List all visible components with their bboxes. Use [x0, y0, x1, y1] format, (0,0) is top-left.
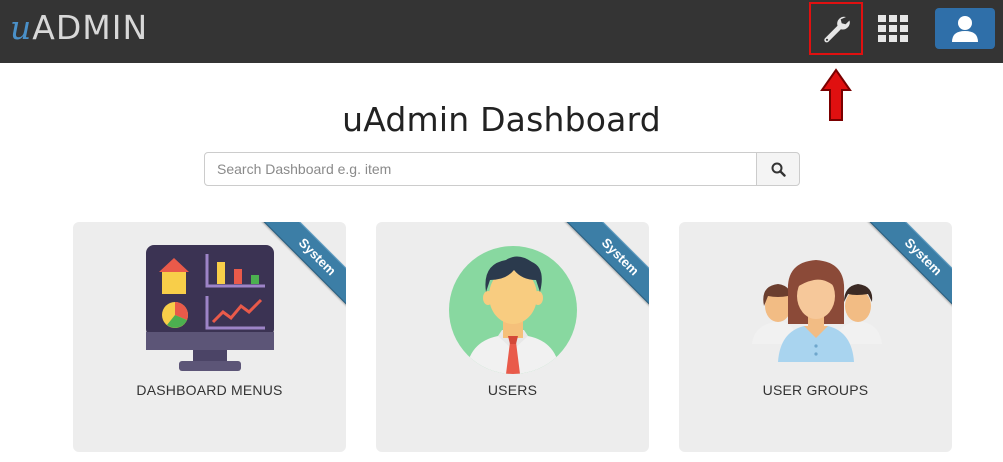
- user-avatar-icon: [448, 246, 577, 374]
- card-users[interactable]: System USERS: [376, 222, 649, 452]
- card-label: USER GROUPS: [762, 382, 869, 398]
- card-label: USERS: [487, 382, 538, 398]
- apps-grid-button[interactable]: [876, 12, 910, 46]
- dashboard-monitor-icon: [145, 245, 274, 371]
- card-user-groups[interactable]: System USER GROUPS: [679, 222, 952, 452]
- profile-button[interactable]: [935, 8, 995, 49]
- search-input[interactable]: [204, 152, 757, 186]
- user-group-icon: [751, 260, 882, 362]
- page-title: uAdmin Dashboard: [342, 100, 661, 139]
- grid-icon: [878, 15, 908, 42]
- card-dashboard-menus[interactable]: System DASHBOARD MENUS: [73, 222, 346, 452]
- navbar: uADMIN: [0, 0, 1003, 63]
- search-bar: [204, 152, 800, 186]
- search-button[interactable]: [756, 152, 800, 186]
- brand-prefix: u: [10, 8, 33, 47]
- wrench-icon: [824, 16, 850, 42]
- card-label: DASHBOARD MENUS: [136, 382, 283, 398]
- brand-suffix: ADMIN: [32, 8, 149, 47]
- user-icon: [952, 15, 978, 42]
- search-icon: [771, 162, 786, 177]
- settings-button[interactable]: [809, 2, 863, 55]
- brand-logo[interactable]: uADMIN: [10, 8, 148, 48]
